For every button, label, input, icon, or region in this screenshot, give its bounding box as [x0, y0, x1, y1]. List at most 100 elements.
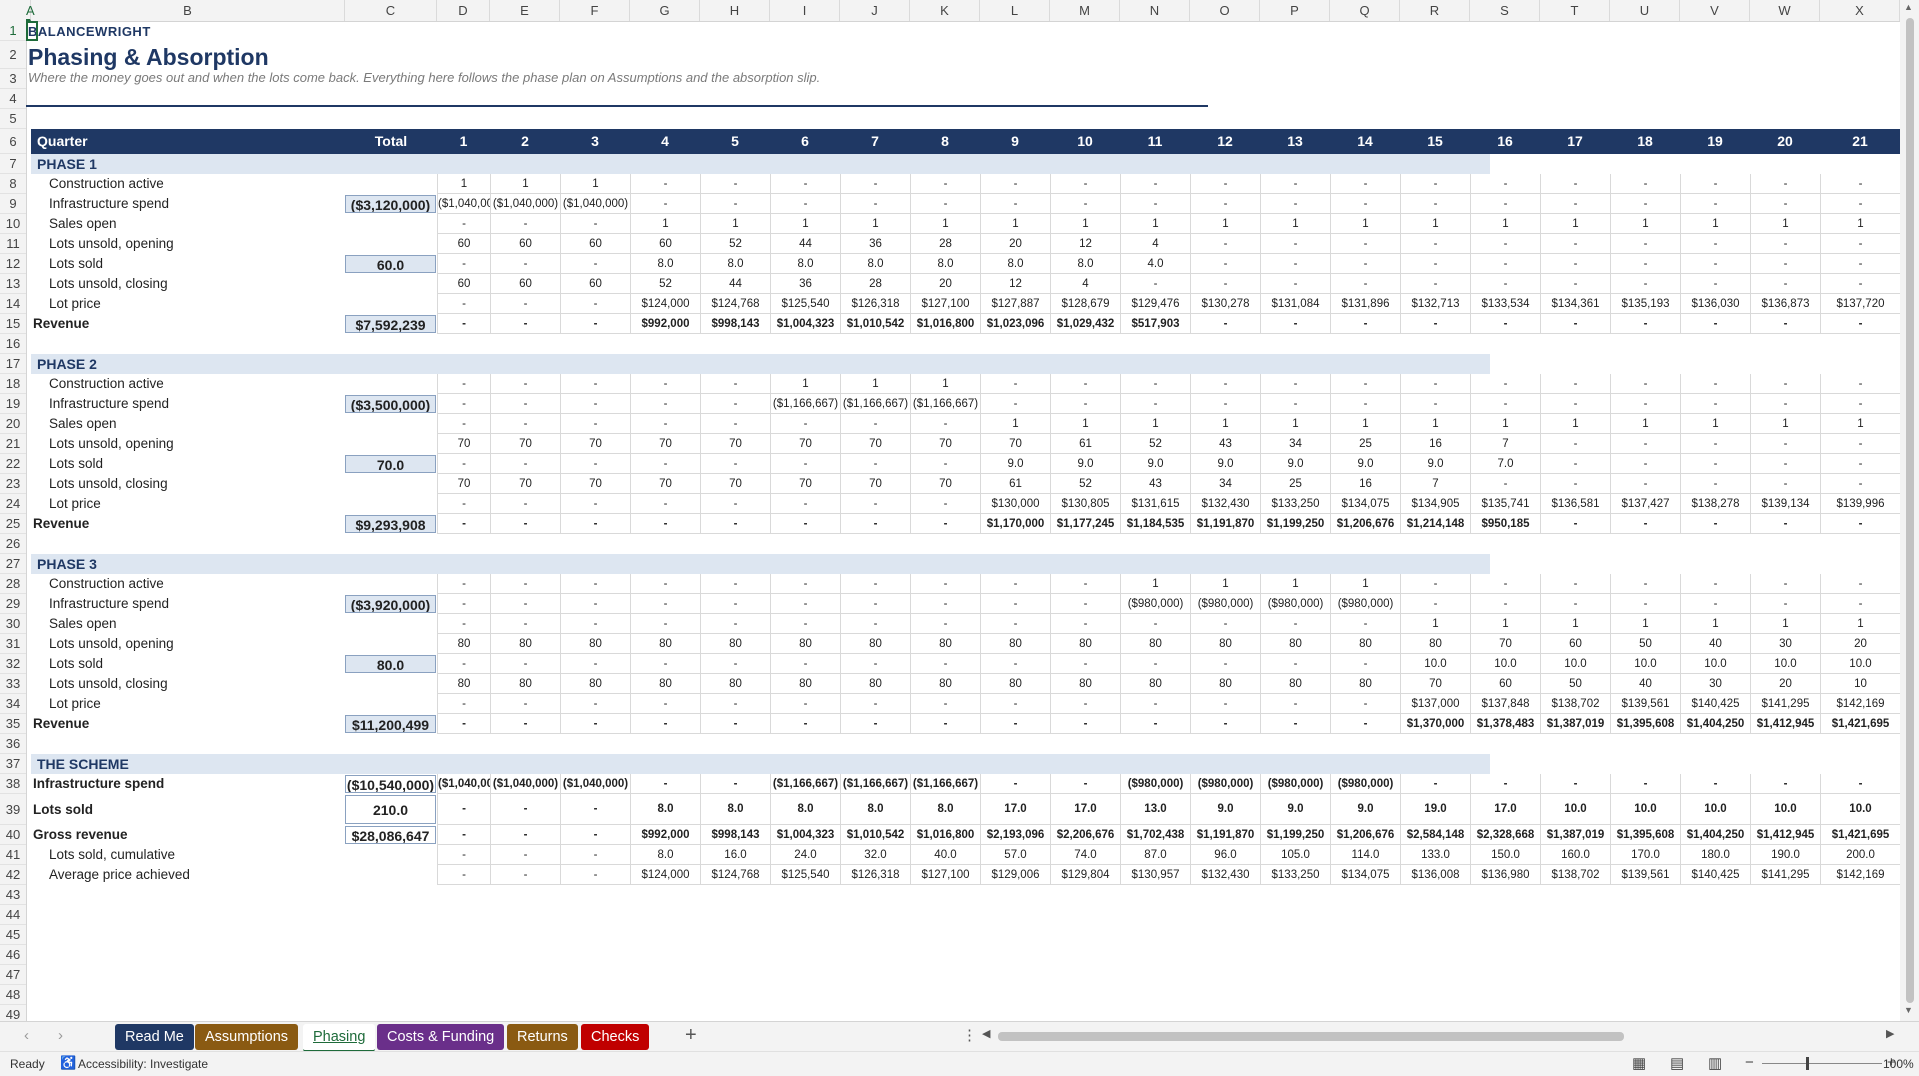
value-cell[interactable]: -	[700, 194, 770, 214]
value-cell[interactable]: -	[1330, 714, 1400, 734]
value-cell[interactable]: 60	[560, 234, 630, 254]
value-cell[interactable]: -	[700, 394, 770, 414]
row-header[interactable]: 24	[0, 494, 26, 514]
value-cell[interactable]: -	[1610, 394, 1680, 414]
value-cell[interactable]: ($1,166,667)	[910, 394, 980, 414]
column-header[interactable]: C	[345, 0, 437, 21]
value-cell[interactable]: $133,250	[1260, 494, 1330, 514]
value-cell[interactable]: 17.0	[980, 794, 1050, 825]
value-cell[interactable]: -	[1750, 194, 1820, 214]
value-cell[interactable]: -	[1610, 434, 1680, 454]
value-cell[interactable]: $950,185	[1470, 514, 1540, 534]
value-cell[interactable]: 8.0	[700, 254, 770, 274]
value-cell[interactable]: -	[1470, 234, 1540, 254]
value-cell[interactable]: 80	[490, 674, 560, 694]
value-cell[interactable]: -	[910, 654, 980, 674]
value-cell[interactable]: 9.0	[1050, 454, 1120, 474]
value-cell[interactable]: 43	[1190, 434, 1260, 454]
value-cell[interactable]: 80	[630, 634, 700, 654]
value-cell[interactable]: -	[560, 865, 630, 885]
value-cell[interactable]: -	[490, 594, 560, 614]
value-cell[interactable]: $134,905	[1400, 494, 1470, 514]
value-cell[interactable]: -	[490, 214, 560, 234]
value-cell[interactable]: 61	[1050, 434, 1120, 454]
value-cell[interactable]: -	[1540, 174, 1610, 194]
value-cell[interactable]: -	[1540, 374, 1610, 394]
value-cell[interactable]: -	[1400, 174, 1470, 194]
row-header[interactable]: 10	[0, 214, 26, 234]
column-header[interactable]: K	[910, 0, 980, 21]
value-cell[interactable]: 70	[770, 434, 840, 454]
value-cell[interactable]: -	[560, 374, 630, 394]
value-cell[interactable]: $1,412,945	[1750, 825, 1820, 845]
value-cell[interactable]: 10.0	[1750, 794, 1820, 825]
value-cell[interactable]: 9.0	[1260, 794, 1330, 825]
value-cell[interactable]: 1	[840, 374, 910, 394]
value-cell[interactable]: 57.0	[980, 845, 1050, 865]
value-cell[interactable]: 200.0	[1820, 845, 1900, 865]
value-cell[interactable]: -	[910, 494, 980, 514]
value-cell[interactable]: 12	[1050, 234, 1120, 254]
value-cell[interactable]: -	[1120, 374, 1190, 394]
value-cell[interactable]: -	[490, 374, 560, 394]
accessibility-status[interactable]: Accessibility: Investigate	[78, 1057, 208, 1071]
value-cell[interactable]: 28	[840, 274, 910, 294]
column-header[interactable]: N	[1120, 0, 1190, 21]
value-cell[interactable]: -	[1050, 594, 1120, 614]
value-cell[interactable]: $1,206,676	[1330, 825, 1400, 845]
value-cell[interactable]: -	[700, 714, 770, 734]
value-cell[interactable]: -	[1470, 574, 1540, 594]
value-cell[interactable]: -	[1820, 234, 1900, 254]
value-cell[interactable]: -	[1400, 374, 1470, 394]
value-cell[interactable]: 80	[700, 634, 770, 654]
value-cell[interactable]: -	[437, 214, 490, 234]
value-cell[interactable]: -	[1260, 394, 1330, 414]
value-cell[interactable]: -	[1190, 274, 1260, 294]
value-cell[interactable]: 17.0	[1470, 794, 1540, 825]
value-cell[interactable]: -	[1330, 374, 1400, 394]
sheet-tab[interactable]: Returns	[507, 1024, 578, 1050]
value-cell[interactable]: -	[1260, 254, 1330, 274]
value-cell[interactable]: -	[1540, 314, 1610, 334]
value-cell[interactable]: -	[1400, 394, 1470, 414]
value-cell[interactable]: -	[1680, 574, 1750, 594]
value-cell[interactable]: -	[560, 794, 630, 825]
value-cell[interactable]: ($1,166,667)	[840, 774, 910, 794]
value-cell[interactable]: -	[490, 514, 560, 534]
value-cell[interactable]: ($980,000)	[1190, 774, 1260, 794]
value-cell[interactable]: $2,584,148	[1400, 825, 1470, 845]
value-cell[interactable]: -	[770, 574, 840, 594]
value-cell[interactable]: 12	[980, 274, 1050, 294]
value-cell[interactable]: 80	[1260, 634, 1330, 654]
value-cell[interactable]: 44	[770, 234, 840, 254]
value-cell[interactable]: $1,184,535	[1120, 514, 1190, 534]
value-cell[interactable]: $1,387,019	[1540, 825, 1610, 845]
value-cell[interactable]: 70	[630, 434, 700, 454]
value-cell[interactable]: -	[1820, 514, 1900, 534]
value-cell[interactable]: -	[1050, 174, 1120, 194]
value-cell[interactable]: -	[560, 594, 630, 614]
column-header[interactable]: F	[560, 0, 630, 21]
value-cell[interactable]: $136,581	[1540, 494, 1610, 514]
value-cell[interactable]: 80	[1050, 674, 1120, 694]
value-cell[interactable]: -	[437, 694, 490, 714]
value-cell[interactable]: 40	[1680, 634, 1750, 654]
column-header[interactable]: L	[980, 0, 1050, 21]
value-cell[interactable]: $1,199,250	[1260, 514, 1330, 534]
value-cell[interactable]: $1,421,695	[1820, 825, 1900, 845]
value-cell[interactable]: -	[630, 574, 700, 594]
value-cell[interactable]: -	[490, 794, 560, 825]
value-cell[interactable]: -	[1470, 174, 1540, 194]
value-cell[interactable]: -	[1610, 374, 1680, 394]
value-cell[interactable]: 10.0	[1820, 654, 1900, 674]
row-header[interactable]: 33	[0, 674, 26, 694]
value-cell[interactable]: 1	[770, 374, 840, 394]
value-cell[interactable]: 80	[1120, 674, 1190, 694]
value-cell[interactable]: 36	[840, 234, 910, 254]
value-cell[interactable]: -	[1190, 234, 1260, 254]
value-cell[interactable]: -	[560, 214, 630, 234]
value-cell[interactable]: -	[840, 594, 910, 614]
column-header[interactable]: V	[1680, 0, 1750, 21]
value-cell[interactable]: -	[1400, 594, 1470, 614]
value-cell[interactable]: $992,000	[630, 825, 700, 845]
